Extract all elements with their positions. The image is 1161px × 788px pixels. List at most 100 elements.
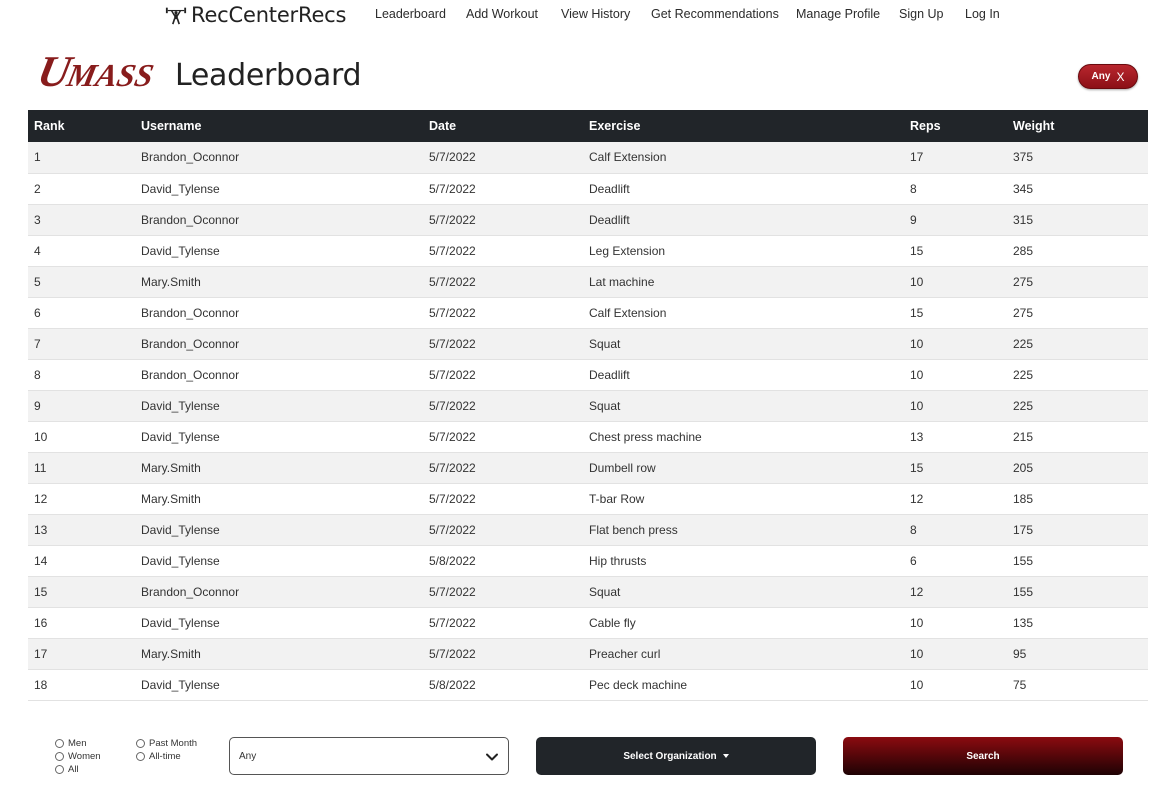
cell-username: Brandon_Oconnor: [135, 142, 423, 174]
cell-exercise: Squat: [583, 390, 904, 422]
select-organization-button[interactable]: Select Organization: [536, 737, 816, 775]
column-header-date: Date: [423, 110, 583, 142]
cell-exercise: Squat: [583, 328, 904, 360]
cell-weight: 215: [1007, 421, 1148, 453]
table-row: 8 Brandon_Oconnor 5/7/2022 Deadlift 10 225: [28, 359, 1148, 391]
cell-exercise: T-bar Row: [583, 483, 904, 515]
cell-date: 5/7/2022: [423, 266, 583, 298]
cell-date: 5/8/2022: [423, 545, 583, 577]
cell-weight: 315: [1007, 204, 1148, 236]
radio-circle[interactable]: [136, 739, 145, 748]
cell-exercise: Squat: [583, 576, 904, 608]
cell-reps: 15: [904, 452, 1007, 484]
cell-reps: 10: [904, 669, 1007, 701]
filter-chip-any[interactable]: Any X: [1078, 64, 1138, 89]
radio-label: Women: [68, 751, 101, 762]
table-row: 18 David_Tylense 5/8/2022 Pec deck machine 1…: [28, 669, 1148, 701]
cell-reps: 8: [904, 173, 1007, 205]
search-button[interactable]: Search: [843, 737, 1123, 775]
nav-get-recommendations[interactable]: Get Recommendations: [651, 7, 779, 21]
weightlifter-icon: [165, 7, 187, 25]
cell-weight: 225: [1007, 359, 1148, 391]
cell-reps: 10: [904, 328, 1007, 360]
radio-circle[interactable]: [55, 739, 64, 748]
brand[interactable]: RecCenterRecs: [165, 1, 346, 29]
cell-username: Brandon_Oconnor: [135, 328, 423, 360]
cell-exercise: Flat bench press: [583, 514, 904, 546]
table-row: 1 Brandon_Oconnor 5/7/2022 Calf Extension 17…: [28, 142, 1148, 174]
cell-date: 5/7/2022: [423, 142, 583, 174]
nav-add-workout[interactable]: Add Workout: [466, 7, 538, 21]
leaderboard-table: Rank Username Date Exercise Reps Weight …: [28, 110, 1148, 701]
cell-rank: 2: [28, 173, 135, 205]
cell-reps: 13: [904, 421, 1007, 453]
column-header-reps: Reps: [904, 110, 1007, 142]
caret-down-icon: [722, 754, 729, 758]
cell-weight: 155: [1007, 545, 1148, 577]
cell-rank: 11: [28, 452, 135, 484]
cell-date: 5/7/2022: [423, 421, 583, 453]
cell-exercise: Deadlift: [583, 173, 904, 205]
cell-reps: 8: [904, 514, 1007, 546]
radio-past-month[interactable]: Past Month: [136, 738, 197, 749]
cell-reps: 10: [904, 266, 1007, 298]
table-row: 14 David_Tylense 5/8/2022 Hip thrusts 6 155: [28, 545, 1148, 577]
cell-exercise: Chest press machine: [583, 421, 904, 453]
top-navbar: RecCenterRecs Leaderboard Add Workout Vi…: [0, 0, 1161, 30]
cell-weight: 225: [1007, 328, 1148, 360]
radio-women[interactable]: Women: [55, 751, 101, 762]
radio-men[interactable]: Men: [55, 738, 86, 749]
cell-exercise: Pec deck machine: [583, 669, 904, 701]
table-row: 4 David_Tylense 5/7/2022 Leg Extension 15 285: [28, 235, 1148, 267]
radio-circle[interactable]: [55, 752, 64, 761]
column-header-rank: Rank: [28, 110, 135, 142]
table-header-row: Rank Username Date Exercise Reps Weight: [28, 110, 1148, 142]
cell-rank: 9: [28, 390, 135, 422]
cell-rank: 7: [28, 328, 135, 360]
nav-view-history[interactable]: View History: [561, 7, 630, 21]
cell-exercise: Leg Extension: [583, 235, 904, 267]
table-row: 3 Brandon_Oconnor 5/7/2022 Deadlift 9 315: [28, 204, 1148, 236]
select-organization-label: Select Organization: [623, 750, 717, 762]
nav-leaderboard[interactable]: Leaderboard: [375, 7, 446, 21]
nav-sign-up[interactable]: Sign Up: [899, 7, 943, 21]
cell-username: Brandon_Oconnor: [135, 359, 423, 391]
cell-reps: 15: [904, 297, 1007, 329]
cell-username: David_Tylense: [135, 545, 423, 577]
cell-rank: 3: [28, 204, 135, 236]
radio-all-time[interactable]: All-time: [136, 751, 181, 762]
cell-weight: 175: [1007, 514, 1148, 546]
cell-username: David_Tylense: [135, 607, 423, 639]
cell-reps: 10: [904, 638, 1007, 670]
cell-username: Brandon_Oconnor: [135, 576, 423, 608]
column-header-weight: Weight: [1007, 110, 1148, 142]
nav-log-in[interactable]: Log In: [965, 7, 1000, 21]
cell-reps: 6: [904, 545, 1007, 577]
radio-circle[interactable]: [136, 752, 145, 761]
cell-weight: 275: [1007, 266, 1148, 298]
cell-rank: 18: [28, 669, 135, 701]
table-row: 9 David_Tylense 5/7/2022 Squat 10 225: [28, 390, 1148, 422]
cell-reps: 10: [904, 390, 1007, 422]
cell-reps: 10: [904, 359, 1007, 391]
cell-weight: 205: [1007, 452, 1148, 484]
cell-reps: 12: [904, 576, 1007, 608]
cell-reps: 17: [904, 142, 1007, 174]
radio-circle[interactable]: [55, 765, 64, 774]
radio-label: Past Month: [149, 738, 198, 749]
cell-date: 5/8/2022: [423, 669, 583, 701]
cell-date: 5/7/2022: [423, 483, 583, 515]
close-icon[interactable]: X: [1116, 70, 1124, 84]
cell-date: 5/7/2022: [423, 638, 583, 670]
cell-username: Mary.Smith: [135, 483, 423, 515]
cell-rank: 13: [28, 514, 135, 546]
radio-all[interactable]: All: [55, 764, 79, 775]
nav-manage-profile[interactable]: Manage Profile: [796, 7, 880, 21]
cell-weight: 185: [1007, 483, 1148, 515]
cell-username: David_Tylense: [135, 390, 423, 422]
exercise-select[interactable]: Any: [229, 737, 509, 775]
cell-exercise: Dumbell row: [583, 452, 904, 484]
cell-weight: 275: [1007, 297, 1148, 329]
table-row: 2 David_Tylense 5/7/2022 Deadlift 8 345: [28, 173, 1148, 205]
cell-rank: 16: [28, 607, 135, 639]
